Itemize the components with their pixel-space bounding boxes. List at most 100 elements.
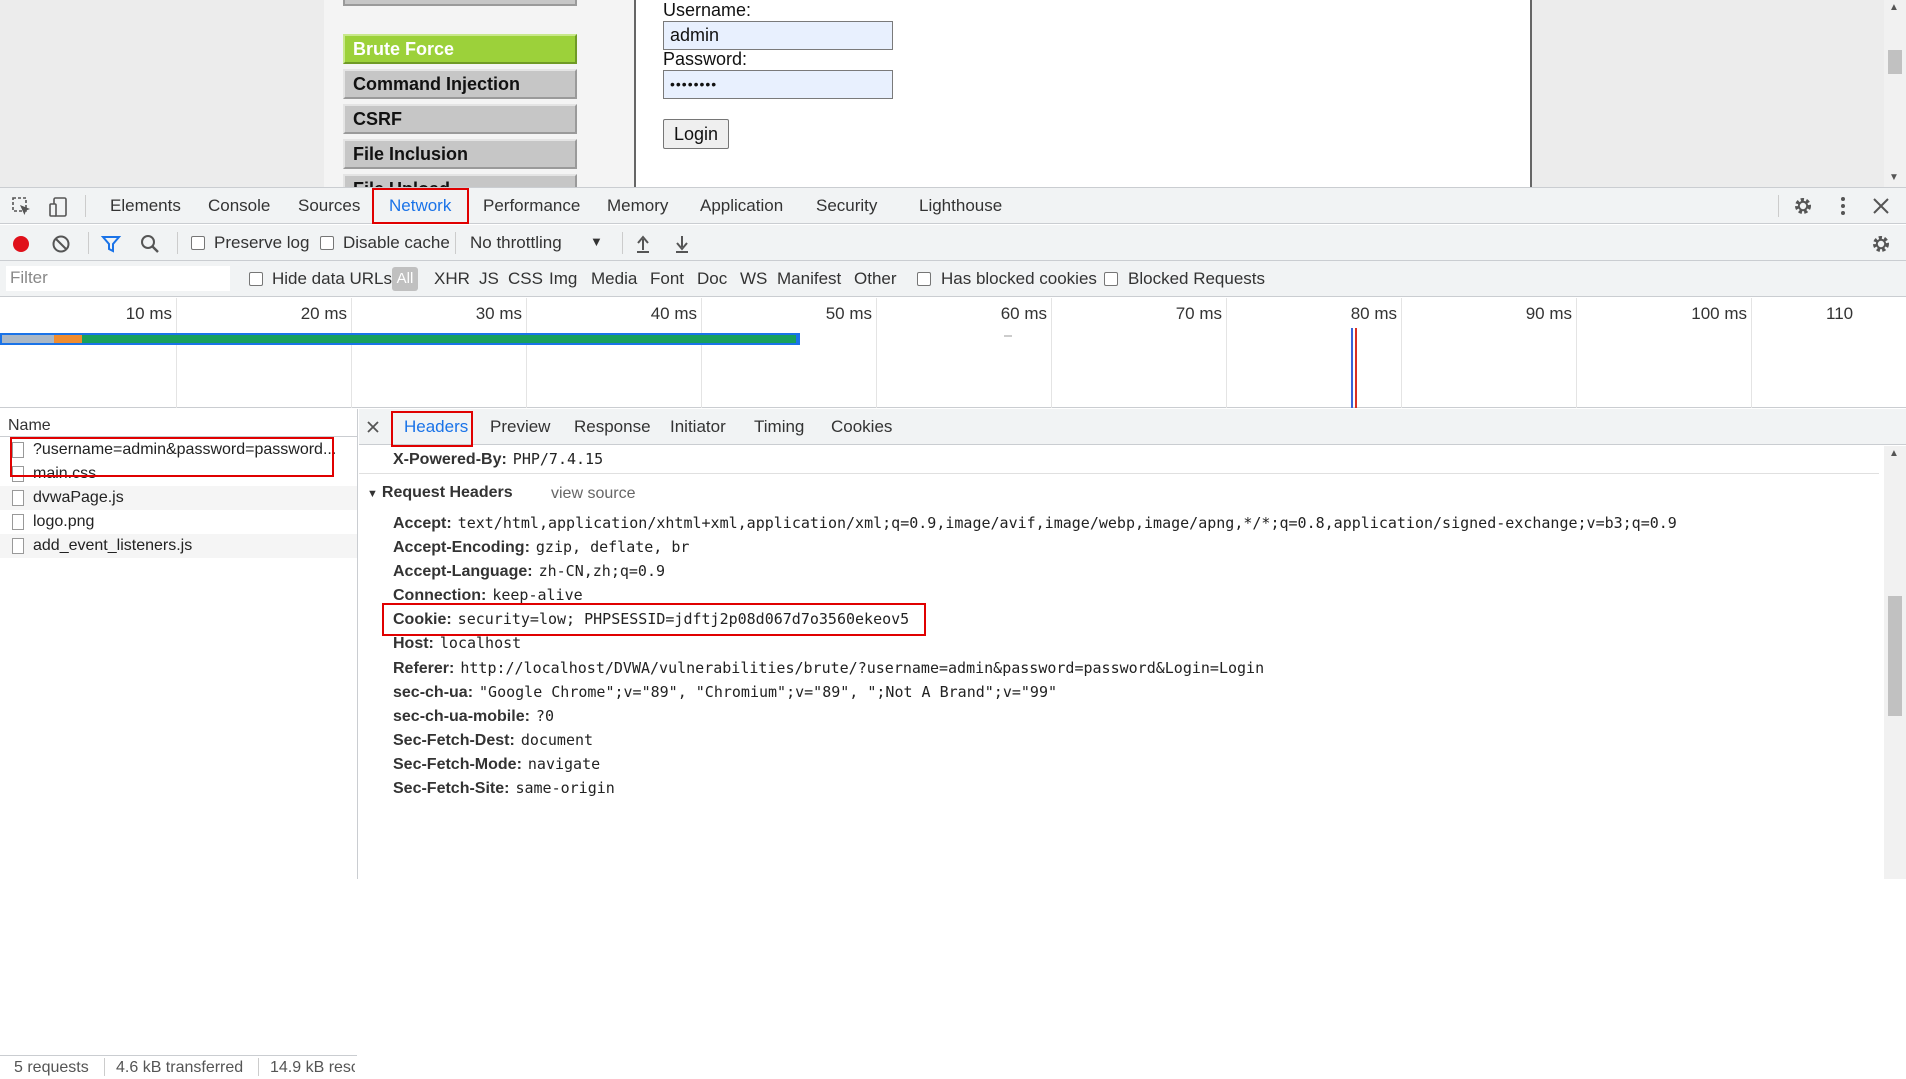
menu-command-injection[interactable]: Command Injection xyxy=(343,69,577,99)
devtools-tabbar: Elements Console Sources Network Perform… xyxy=(0,188,1906,224)
tabbar-separator-right xyxy=(1778,195,1779,217)
tab-lighthouse[interactable]: Lighthouse xyxy=(919,188,1002,224)
throttling-select[interactable]: No throttling xyxy=(470,233,562,253)
page-margin-right xyxy=(1560,0,1884,187)
close-detail-icon[interactable] xyxy=(367,421,379,433)
search-icon[interactable] xyxy=(139,233,161,255)
request-header-sec-ch-ua: sec-ch-ua: "Google Chrome";v="89", "Chrom… xyxy=(393,683,1057,702)
filter-type-js[interactable]: JS xyxy=(479,269,499,289)
header-key: Referer: xyxy=(393,660,455,677)
timeline-tick-label: 60 ms xyxy=(1000,304,1047,323)
record-icon[interactable] xyxy=(10,233,32,255)
headers-tab-highlight xyxy=(391,411,473,447)
filter-type-font[interactable]: Font xyxy=(650,269,684,289)
request-header-sec-fetch-site: Sec-Fetch-Site: same-origin xyxy=(393,779,615,798)
menu-file-upload[interactable]: File Upload xyxy=(343,174,577,187)
request-row[interactable]: logo.png xyxy=(0,510,357,534)
menu-csrf[interactable]: CSRF xyxy=(343,104,577,134)
header-key: Accept-Language: xyxy=(393,563,533,580)
toolbar-separator xyxy=(177,232,178,254)
tab-performance[interactable]: Performance xyxy=(483,188,580,224)
page-scroll-thumb[interactable] xyxy=(1888,50,1902,74)
request-list-name-header[interactable]: Name xyxy=(0,409,357,437)
view-source-link[interactable]: view source xyxy=(551,485,635,503)
header-key: X-Powered-By: xyxy=(393,451,507,468)
export-har-icon[interactable] xyxy=(671,233,693,255)
disable-cache-checkbox[interactable] xyxy=(320,236,334,250)
more-options-icon[interactable] xyxy=(1832,195,1854,217)
menu-brute-force[interactable]: Brute Force xyxy=(343,34,577,64)
timeline-tick-label: 30 ms xyxy=(475,304,522,323)
header-value: navigate xyxy=(527,755,601,773)
detail-scroll-thumb[interactable] xyxy=(1888,596,1902,716)
tab-application[interactable]: Application xyxy=(700,188,783,224)
scroll-up-arrow-icon[interactable]: ▲ xyxy=(1889,2,1899,13)
hide-data-urls-checkbox[interactable] xyxy=(249,272,263,286)
response-header-x-powered-by: X-Powered-By: PHP/7.4.15 xyxy=(393,450,603,469)
tab-console[interactable]: Console xyxy=(208,188,270,224)
request-name: add_event_listeners.js xyxy=(33,537,193,554)
request-name: dvwaPage.js xyxy=(33,489,124,506)
tab-security[interactable]: Security xyxy=(816,188,877,224)
header-value: ?0 xyxy=(535,707,554,725)
menu-item-previous[interactable] xyxy=(343,0,577,6)
import-har-icon[interactable] xyxy=(632,233,654,255)
close-devtools-icon[interactable] xyxy=(1870,195,1892,217)
page-scrollbar[interactable]: ▲ ▼ xyxy=(1884,0,1906,187)
filter-type-css[interactable]: CSS xyxy=(508,269,543,289)
detail-scrollbar[interactable]: ▲ xyxy=(1884,446,1906,879)
filter-type-img[interactable]: Img xyxy=(549,269,577,289)
password-input[interactable]: •••••••• xyxy=(663,70,893,99)
request-row[interactable]: dvwaPage.js xyxy=(0,486,357,510)
clear-icon[interactable] xyxy=(50,233,72,255)
header-key: sec-ch-ua: xyxy=(393,684,474,701)
detail-tab-preview[interactable]: Preview xyxy=(490,409,550,445)
timeline-gridline xyxy=(351,298,352,408)
network-status-bar: 5 requests 4.6 kB transferred 14.9 kB re… xyxy=(0,1055,357,1079)
filter-type-manifest[interactable]: Manifest xyxy=(777,269,841,289)
request-row[interactable]: add_event_listeners.js xyxy=(0,534,357,558)
header-value: gzip, deflate, br xyxy=(535,538,690,556)
filter-icon[interactable] xyxy=(100,233,122,255)
timeline-gridline xyxy=(1051,298,1052,408)
detail-scroll-up-icon[interactable]: ▲ xyxy=(1889,448,1899,459)
filter-type-ws[interactable]: WS xyxy=(740,269,767,289)
timeline-gridline xyxy=(1401,298,1402,408)
device-toolbar-icon[interactable] xyxy=(48,196,70,218)
tab-memory[interactable]: Memory xyxy=(607,188,668,224)
network-toolbar: Preserve log Disable cache No throttling… xyxy=(0,225,1906,261)
filter-type-media[interactable]: Media xyxy=(591,269,637,289)
username-input[interactable]: admin xyxy=(663,21,893,50)
filter-type-other[interactable]: Other xyxy=(854,269,897,289)
filter-type-xhr[interactable]: XHR xyxy=(434,269,470,289)
transferred-size: 4.6 kB transferred xyxy=(116,1059,244,1076)
blocked-requests-checkbox[interactable] xyxy=(1104,272,1118,286)
detail-tab-cookies[interactable]: Cookies xyxy=(831,409,892,445)
status-separator xyxy=(104,1058,105,1076)
filter-type-all[interactable]: All xyxy=(392,267,418,291)
detail-tab-timing[interactable]: Timing xyxy=(754,409,804,445)
request-headers-section[interactable]: ▼ Request Headers xyxy=(367,484,513,502)
timeline-tick-label: 110 xyxy=(1826,304,1854,323)
detail-tab-initiator[interactable]: Initiator xyxy=(670,409,726,445)
header-value: document xyxy=(520,731,594,749)
scroll-down-arrow-icon[interactable]: ▼ xyxy=(1889,172,1899,183)
throttling-dropdown-arrow-icon[interactable]: ▼ xyxy=(590,234,603,249)
filter-input[interactable]: Filter xyxy=(6,266,230,291)
menu-file-inclusion[interactable]: File Inclusion xyxy=(343,139,577,169)
tab-elements[interactable]: Elements xyxy=(110,188,181,224)
network-timeline-overview[interactable]: 10 ms 20 ms 30 ms 40 ms 50 ms 60 ms 70 m… xyxy=(0,298,1906,408)
login-button[interactable]: Login xyxy=(663,119,729,149)
has-blocked-cookies-checkbox[interactable] xyxy=(917,272,931,286)
header-value: zh-CN,zh;q=0.9 xyxy=(538,562,666,580)
inspect-element-icon[interactable] xyxy=(11,196,33,218)
tab-sources[interactable]: Sources xyxy=(298,188,360,224)
network-settings-gear-icon[interactable] xyxy=(1870,233,1892,255)
filter-type-doc[interactable]: Doc xyxy=(697,269,727,289)
has-blocked-cookies-label: Has blocked cookies xyxy=(941,269,1097,288)
preserve-log-checkbox[interactable] xyxy=(191,236,205,250)
detail-tab-response[interactable]: Response xyxy=(574,409,651,445)
timeline-tick-label: 100 ms xyxy=(1691,304,1747,323)
settings-gear-icon[interactable] xyxy=(1792,195,1814,217)
header-value: http://localhost/DVWA/vulnerabilities/br… xyxy=(460,659,1265,677)
